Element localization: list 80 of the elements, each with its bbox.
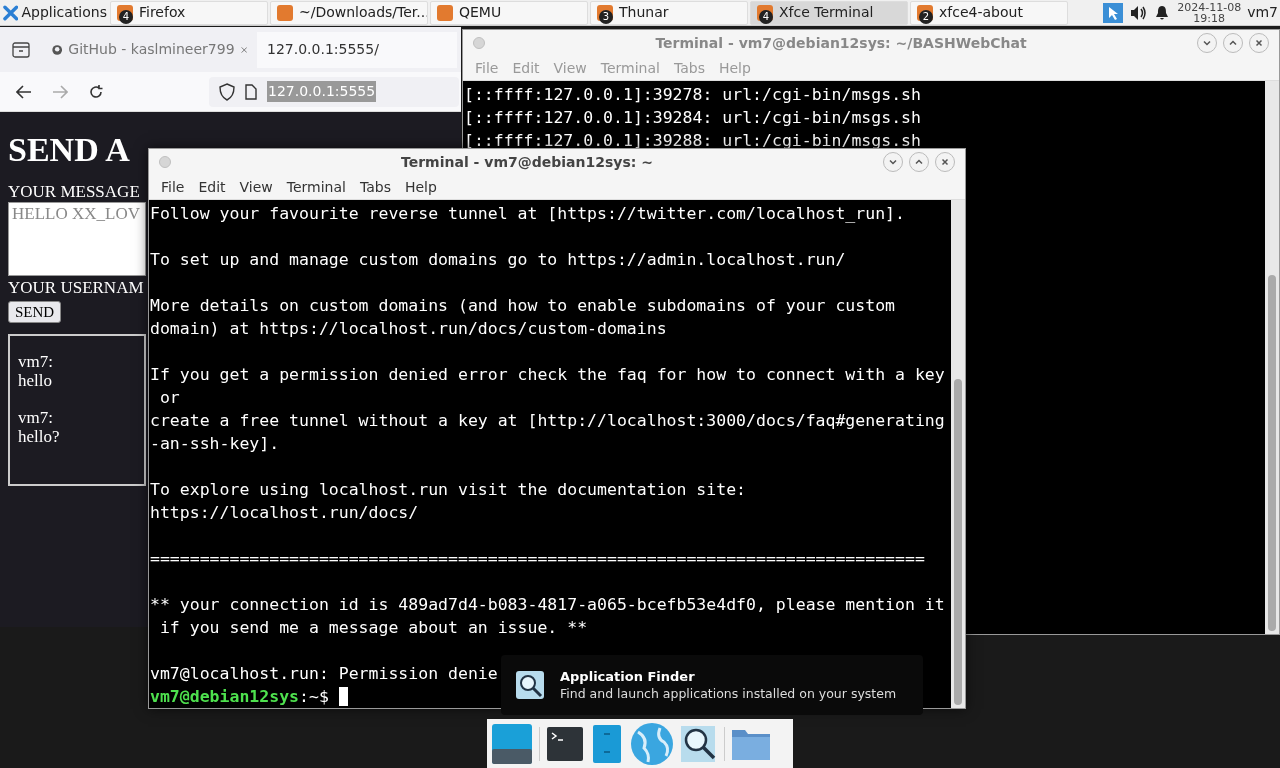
app-icon — [437, 4, 453, 21]
shield-icon — [219, 82, 235, 101]
text-cursor — [338, 687, 348, 706]
message-author: vm7: — [18, 352, 53, 371]
url-text: 127.0.0.1:5555 — [267, 81, 377, 102]
terminal-line: create a free tunnel without a key at [http://localhost:3000/docs/faq#generating — [150, 410, 945, 432]
chevron-down-icon — [1202, 38, 1212, 48]
terminal-line: domain) at https://localhost.run/docs/custom-domains — [150, 318, 667, 340]
menu-item[interactable]: View — [239, 176, 273, 198]
desktop-icon[interactable] — [491, 722, 533, 765]
message-field[interactable]: HELLO XX_LOV — [8, 202, 146, 276]
terminal-line: if you send me a message about an issue. ** — [158, 617, 588, 639]
x-logo-icon — [3, 4, 19, 21]
terminal-line: vm7@localhost.run: Permission denie — [150, 663, 498, 685]
terminal-icon[interactable] — [546, 724, 584, 763]
close-tab-icon[interactable] — [240, 44, 247, 55]
menu-item[interactable]: Edit — [198, 176, 226, 198]
close-icon — [1254, 38, 1264, 48]
terminal-line: ** your connection id is 489ad7d4-b083-4817-a065-bcefb53e4df0, please mention it — [150, 594, 945, 616]
message-text: hello — [18, 371, 52, 390]
chevron-up-icon — [914, 157, 924, 167]
file-cabinet-icon[interactable] — [590, 723, 624, 764]
reload-icon[interactable] — [88, 83, 104, 100]
terminal-line: To explore using localhost.run visit the documentation site: — [150, 479, 747, 501]
close-button[interactable] — [1249, 33, 1269, 53]
terminal-line: [::ffff:127.0.0.1]:39288: url:/cgi-bin/msgs.sh — [464, 130, 921, 152]
message-author: vm7: — [18, 408, 53, 427]
taskbar-button[interactable]: 2 xfce4-about — [910, 0, 1068, 25]
field-label: YOUR MESSAGE — [8, 182, 140, 202]
menu-item[interactable]: Help — [404, 176, 437, 198]
scrollbar[interactable] — [951, 200, 965, 708]
terminal-line: To set up and manage custom domains go to https://admin.localhost.run/ — [150, 249, 846, 271]
tab-overview-icon[interactable] — [12, 41, 30, 58]
magnifier-icon — [516, 671, 544, 699]
menu-item[interactable]: Tabs — [359, 176, 391, 198]
terminal-line: [::ffff:127.0.0.1]:39278: url:/cgi-bin/msgs.sh — [464, 84, 921, 106]
tooltip-description: Find and launch applications installed on your system — [560, 685, 897, 702]
menu-item[interactable]: Terminal — [286, 176, 346, 198]
terminal-line: If you get a permission denied error check the faq for how to connect with a key — [150, 364, 945, 386]
scrollbar[interactable] — [1265, 81, 1279, 634]
window-title: Terminal - vm7@debian12sys: ~ — [400, 152, 654, 172]
bell-icon[interactable] — [1155, 4, 1170, 21]
clock[interactable]: 2024-11-08 19:18 — [1177, 1, 1242, 24]
prompt-path: :~$ — [299, 686, 329, 708]
taskbar-button[interactable]: QEMU — [430, 0, 588, 25]
message-text: hello? — [18, 427, 60, 446]
taskbar-button[interactable]: 4 Xfce Terminal — [750, 0, 908, 25]
app-icon — [277, 4, 293, 21]
maximize-button[interactable] — [909, 152, 929, 172]
terminal-line: https://localhost.run/docs/ — [150, 502, 419, 524]
terminal-line: More details on custom domains (and how to enable subdomains of your custom — [150, 295, 896, 317]
window-title: Terminal - vm7@debian12sys: ~/BASHWebChat — [654, 33, 1028, 53]
magnifier-icon[interactable] — [680, 723, 718, 764]
maximize-button[interactable] — [1223, 33, 1243, 53]
terminal-line: [::ffff:127.0.0.1]:39284: url:/cgi-bin/msgs.sh — [464, 107, 921, 129]
tooltip-title: Application Finder — [560, 668, 696, 685]
user-name[interactable]: vm7 — [1247, 2, 1280, 23]
menu-item[interactable]: File — [161, 176, 185, 198]
chevron-down-icon — [888, 157, 898, 167]
prompt-user: vm7@debian12sys — [150, 686, 299, 708]
terminal-line: or — [158, 387, 180, 409]
close-icon — [940, 157, 950, 167]
minimize-button[interactable] — [1197, 33, 1217, 53]
volume-icon[interactable] — [1129, 4, 1148, 21]
minimize-button[interactable] — [883, 152, 903, 172]
terminal-line: -an-ssh-key]. — [150, 433, 280, 455]
chevron-up-icon — [1228, 38, 1238, 48]
terminal-line: ============================================================================== — [150, 548, 925, 570]
send-button[interactable]: SEND — [8, 301, 62, 323]
close-button[interactable] — [935, 152, 955, 172]
applications-menu[interactable]: Applications — [0, 0, 110, 25]
cursor-icon — [1103, 2, 1124, 23]
terminal-line: Follow your favourite reverse tunnel at [https://twitter.com/localhost_run]. — [150, 203, 905, 225]
field-label: YOUR USERNAM — [8, 277, 144, 299]
page-heading: SEND A — [8, 130, 130, 170]
taskbar-button[interactable]: 4 Firefox — [110, 0, 268, 25]
browser-tab[interactable]: 127.0.0.1:5555/ — [257, 31, 457, 68]
page-icon — [245, 83, 257, 100]
taskbar-button[interactable]: 3 Thunar — [590, 0, 748, 25]
back-icon[interactable] — [16, 84, 32, 99]
